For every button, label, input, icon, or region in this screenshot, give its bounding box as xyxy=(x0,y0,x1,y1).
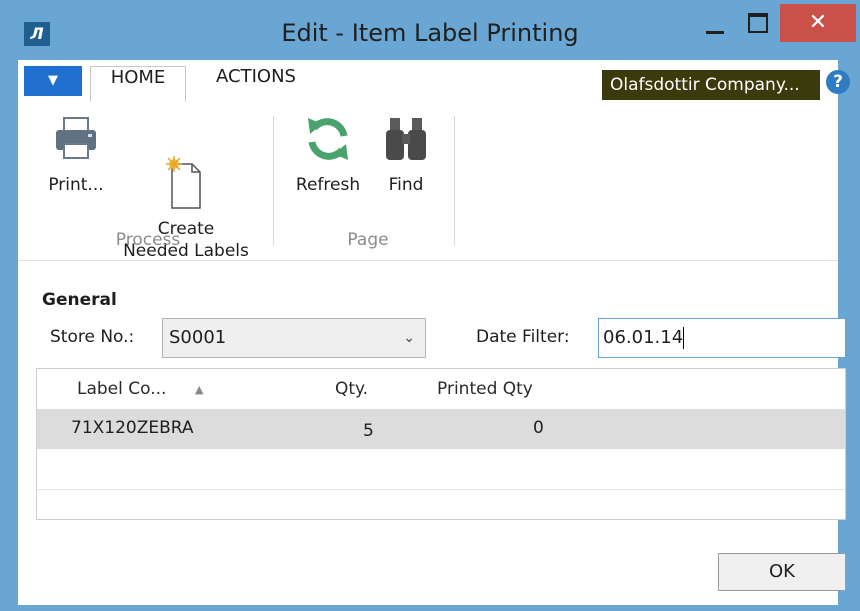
title-bar[interactable]: Л Edit - Item Label Printing ✕ xyxy=(0,0,860,60)
new-document-icon xyxy=(158,134,214,209)
ribbon-separator xyxy=(273,116,274,246)
maximize-button[interactable] xyxy=(738,4,778,42)
find-label: Find xyxy=(388,175,424,195)
table-row-empty[interactable] xyxy=(37,489,845,519)
text-caret xyxy=(683,327,685,349)
store-no-label: Store No.: xyxy=(50,327,135,347)
printer-icon xyxy=(48,112,104,166)
minimize-button[interactable] xyxy=(696,4,736,42)
labels-table: Label Co... ▲ Qty. Printed Qty 71X120ZEB… xyxy=(36,368,846,520)
table-row-empty[interactable] xyxy=(37,449,845,490)
date-filter-value: 06.01.14 xyxy=(603,327,684,348)
close-button[interactable]: ✕ xyxy=(780,4,856,42)
cell-qty: 5 xyxy=(363,421,374,441)
print-button[interactable]: Print... xyxy=(40,112,112,196)
tab-home[interactable]: HOME xyxy=(90,66,186,102)
cell-label-code: 71X120ZEBRA xyxy=(71,418,194,438)
sort-ascending-icon: ▲ xyxy=(195,383,204,396)
date-filter-input[interactable]: 06.01.14 xyxy=(598,318,846,358)
column-header-printed-qty[interactable]: Printed Qty xyxy=(437,379,533,399)
refresh-button[interactable]: Refresh xyxy=(290,112,366,196)
application-menu-button[interactable]: ▼ xyxy=(24,66,82,96)
print-label: Print... xyxy=(48,175,104,195)
tab-actions[interactable]: ACTIONS xyxy=(196,66,316,102)
chevron-down-icon[interactable]: ⌄ xyxy=(403,319,415,357)
date-filter-label: Date Filter: xyxy=(476,327,570,347)
refresh-label: Refresh xyxy=(295,175,361,195)
group-label-process: Process xyxy=(115,230,181,250)
column-header-qty[interactable]: Qty. xyxy=(335,379,368,399)
column-header-label-code[interactable]: Label Co... xyxy=(77,379,166,399)
store-no-value: S0001 xyxy=(169,327,227,348)
store-no-select[interactable]: S0001 ⌄ xyxy=(162,318,426,358)
ribbon-separator xyxy=(454,116,455,246)
company-name-badge[interactable]: Olafsdottir Company... xyxy=(602,70,820,100)
cell-printed-qty: 0 xyxy=(533,418,544,438)
help-icon[interactable]: ? xyxy=(826,70,850,94)
ok-button[interactable]: OK xyxy=(718,553,846,591)
ribbon-tab-bar: ▼ HOME ACTIONS Olafsdottir Company... ? xyxy=(18,60,850,103)
binoculars-icon xyxy=(378,112,434,166)
table-row[interactable]: 71X120ZEBRA 5 0 xyxy=(37,409,845,449)
find-button[interactable]: Find xyxy=(374,112,438,196)
ribbon-home: Print... Create Needed Labels Process Re… xyxy=(18,102,838,261)
refresh-icon xyxy=(300,112,356,166)
section-title-general: General xyxy=(42,290,117,310)
group-label-page: Page xyxy=(347,230,389,250)
